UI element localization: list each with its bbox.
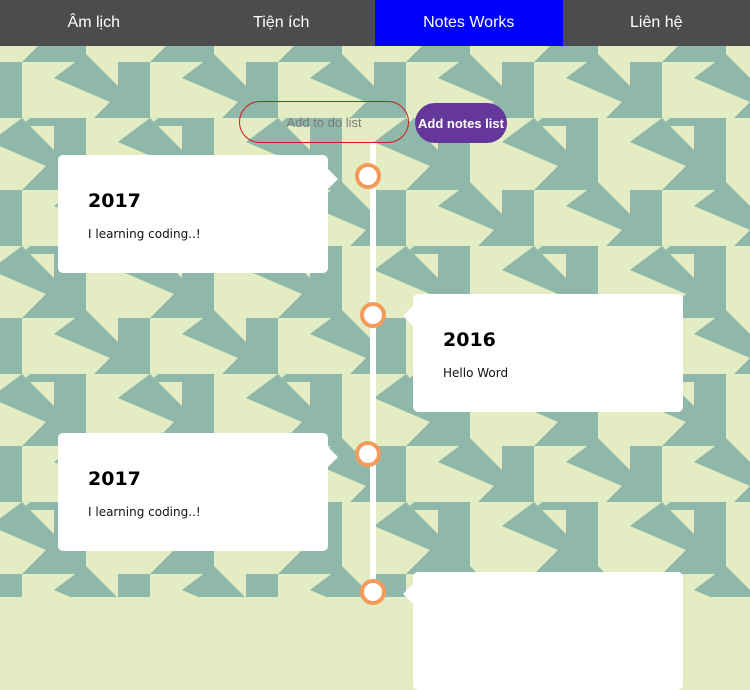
timeline-year: 2017 [88,469,298,489]
todo-input[interactable] [239,101,409,143]
add-notes-button[interactable]: Add notes list [415,103,507,143]
timeline-year: 2016 [443,330,653,350]
timeline-marker [360,579,386,605]
timeline-year: 2017 [88,191,298,211]
nav-item-tien-ich[interactable]: Tiện ích [188,0,376,46]
timeline-text: I learning coding..! [88,505,298,519]
timeline-line [370,143,376,597]
top-navigation: Âm lịch Tiện ích Notes Works Liên hệ [0,0,750,46]
timeline-card: 2017 I learning coding..! [58,155,328,273]
timeline-card: 2017 I learning coding..! [58,433,328,551]
nav-item-notes-works[interactable]: Notes Works [375,0,563,46]
timeline-text: Hello Word [443,366,653,380]
timeline-marker [355,163,381,189]
nav-item-am-lich[interactable]: Âm lịch [0,0,188,46]
timeline-text: I learning coding..! [88,227,298,241]
timeline-marker [355,441,381,467]
timeline-card [413,572,683,690]
timeline-marker [360,302,386,328]
nav-item-lien-he[interactable]: Liên hệ [563,0,750,46]
timeline-card: 2016 Hello Word [413,294,683,412]
